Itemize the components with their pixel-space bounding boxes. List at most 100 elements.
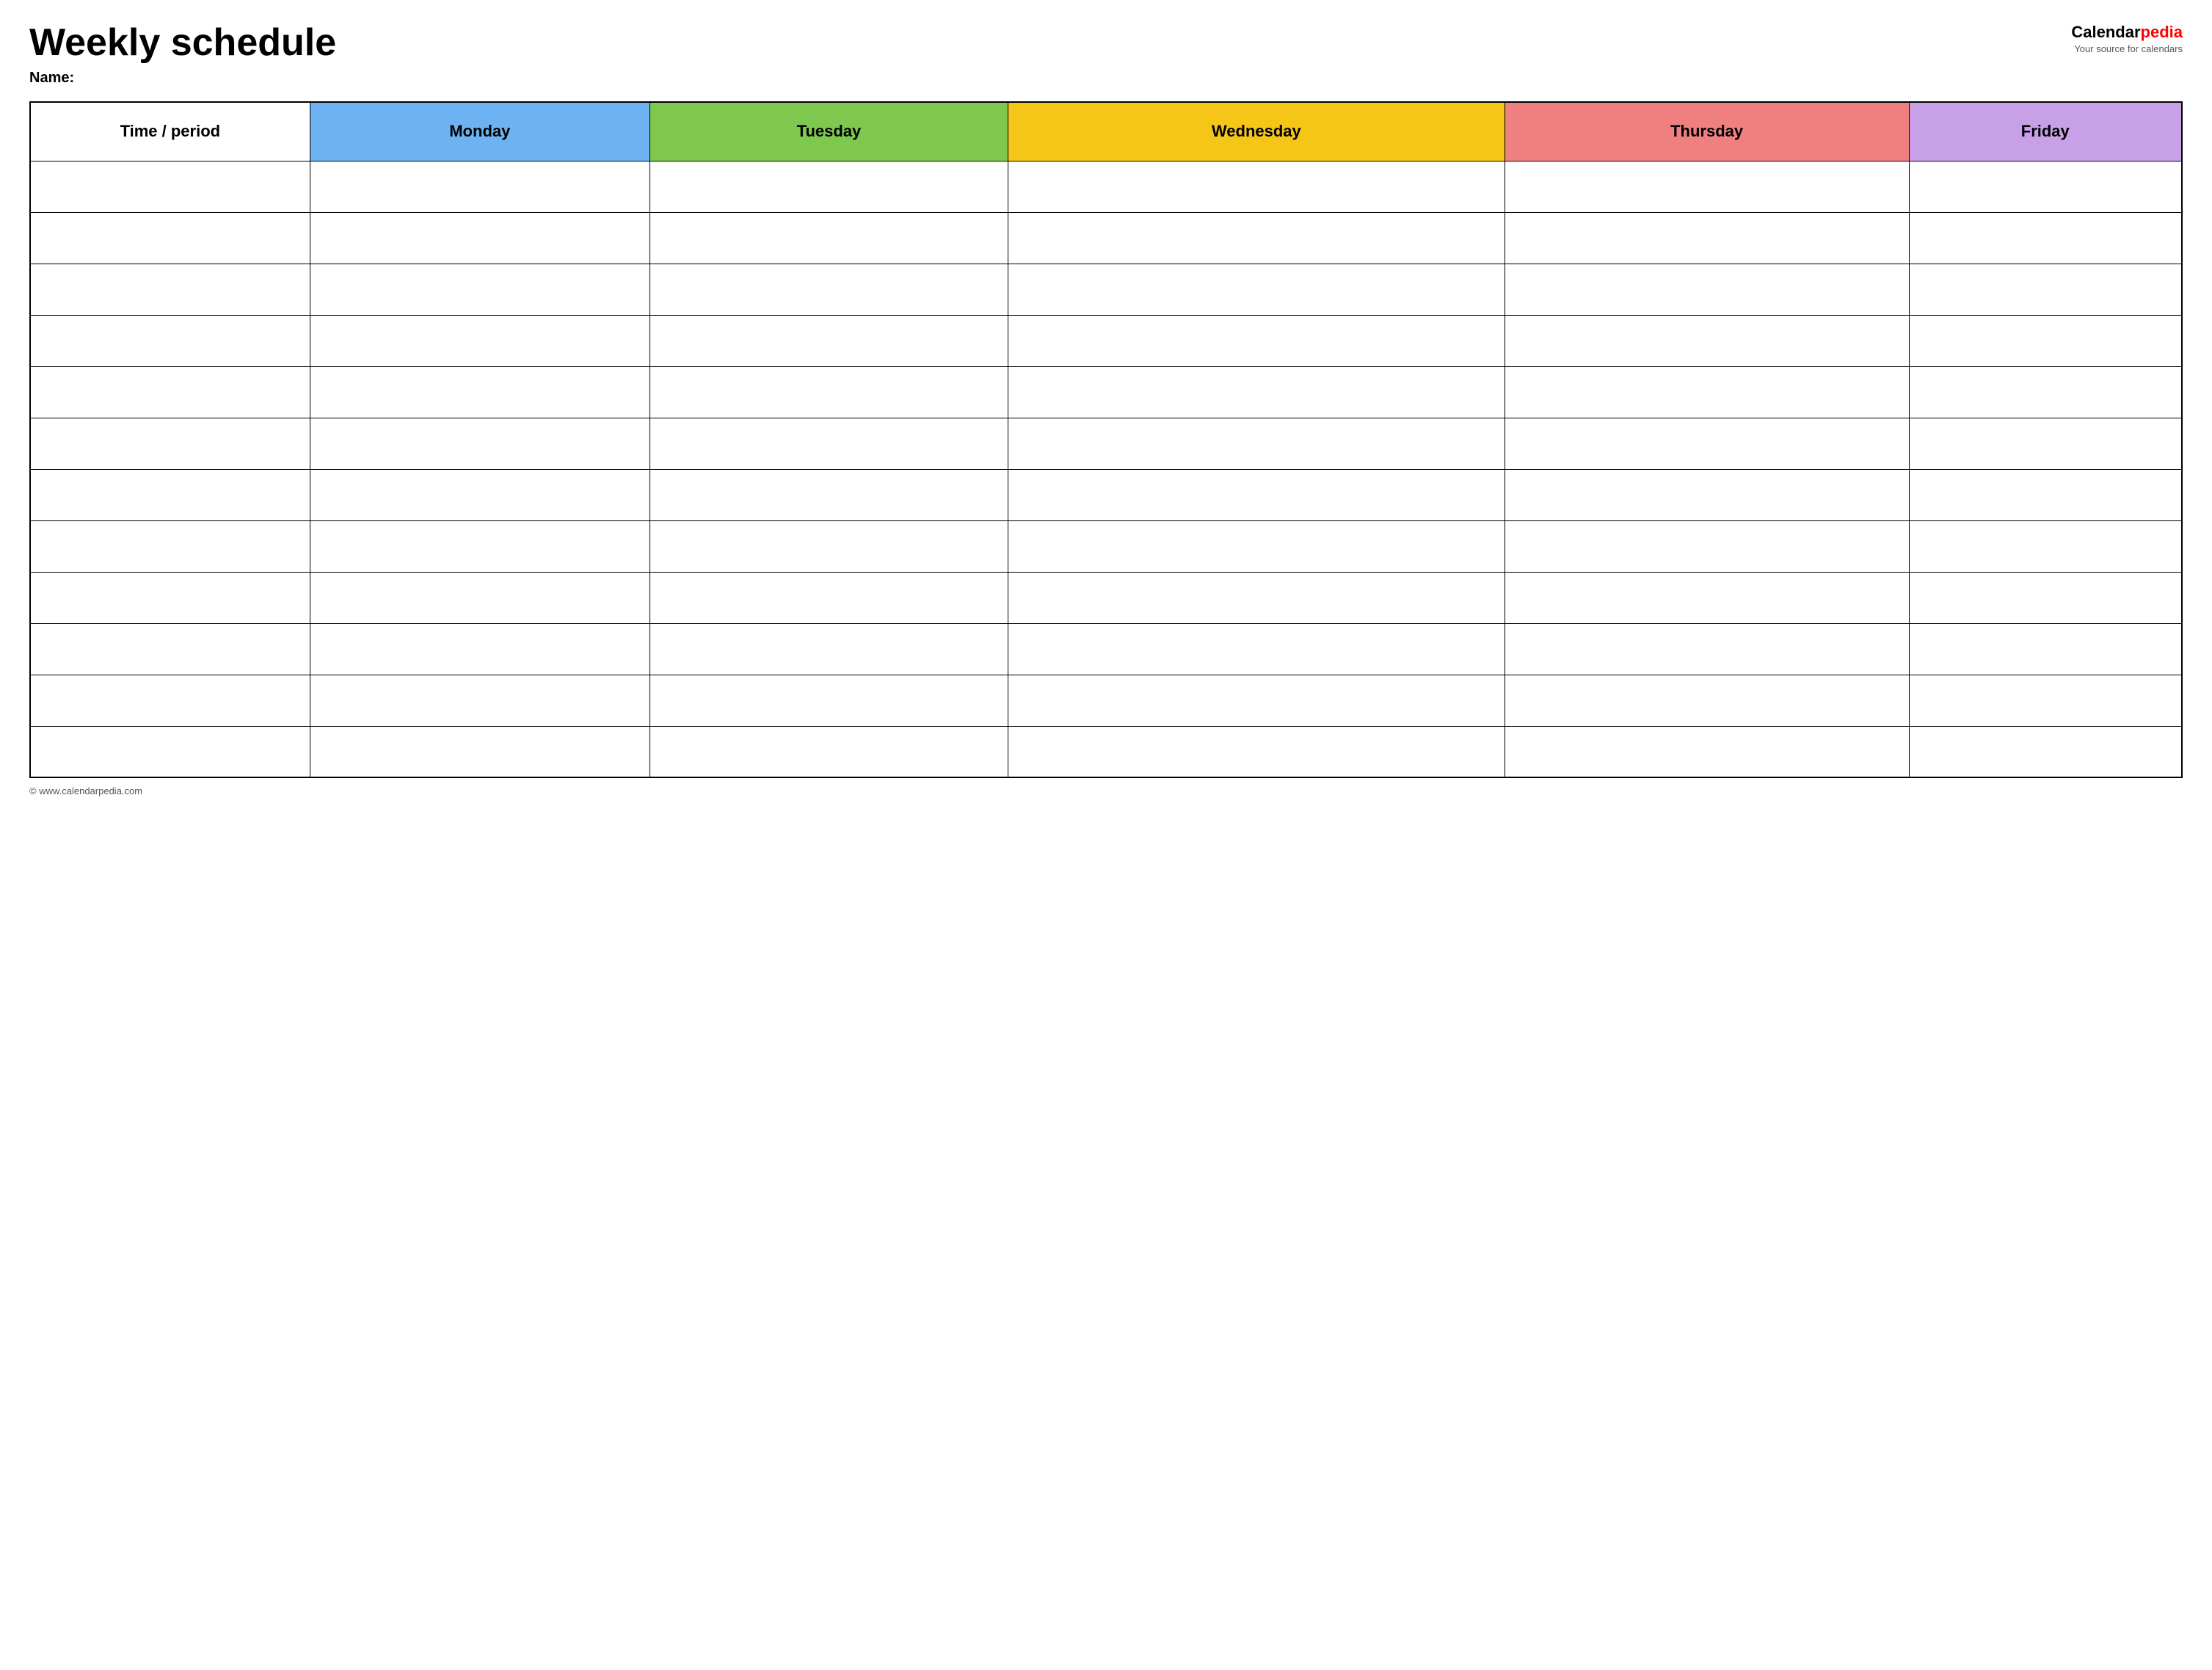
schedule-cell[interactable]: [1909, 469, 2182, 520]
schedule-cell[interactable]: [1505, 161, 1909, 212]
schedule-cell[interactable]: [1008, 469, 1505, 520]
schedule-cell[interactable]: [310, 418, 650, 469]
schedule-cell[interactable]: [1505, 469, 1909, 520]
schedule-cell[interactable]: [650, 418, 1008, 469]
header-area: Weekly schedule Name: Calendarpedia Your…: [29, 22, 2183, 87]
table-row: [30, 418, 2182, 469]
schedule-cell[interactable]: [310, 161, 650, 212]
logo-pedia-text: pedia: [2141, 23, 2183, 41]
schedule-cell[interactable]: [1909, 418, 2182, 469]
schedule-cell[interactable]: [650, 572, 1008, 623]
schedule-cell[interactable]: [1505, 212, 1909, 264]
time-cell[interactable]: [30, 315, 310, 366]
schedule-cell[interactable]: [1008, 418, 1505, 469]
table-header-row: Time / period Monday Tuesday Wednesday T…: [30, 102, 2182, 161]
schedule-cell[interactable]: [310, 264, 650, 315]
schedule-cell[interactable]: [1505, 675, 1909, 726]
schedule-cell[interactable]: [1505, 418, 1909, 469]
schedule-cell[interactable]: [1008, 264, 1505, 315]
schedule-cell[interactable]: [1008, 623, 1505, 675]
schedule-cell[interactable]: [650, 161, 1008, 212]
page-title: Weekly schedule: [29, 22, 336, 64]
schedule-cell[interactable]: [650, 469, 1008, 520]
schedule-cell[interactable]: [310, 675, 650, 726]
time-cell[interactable]: [30, 418, 310, 469]
schedule-cell[interactable]: [1008, 366, 1505, 418]
time-cell[interactable]: [30, 366, 310, 418]
schedule-cell[interactable]: [1008, 726, 1505, 777]
schedule-cell[interactable]: [1008, 520, 1505, 572]
schedule-cell[interactable]: [1909, 264, 2182, 315]
schedule-cell[interactable]: [1008, 572, 1505, 623]
table-row: [30, 675, 2182, 726]
table-row: [30, 469, 2182, 520]
schedule-cell[interactable]: [1505, 315, 1909, 366]
footer: © www.calendarpedia.com: [29, 785, 2183, 796]
time-cell[interactable]: [30, 623, 310, 675]
schedule-cell[interactable]: [1505, 623, 1909, 675]
logo-section: Calendarpedia Your source for calendars: [2071, 22, 2183, 55]
footer-url: © www.calendarpedia.com: [29, 785, 142, 796]
time-cell[interactable]: [30, 520, 310, 572]
schedule-cell[interactable]: [310, 520, 650, 572]
schedule-cell[interactable]: [650, 212, 1008, 264]
schedule-cell[interactable]: [650, 520, 1008, 572]
schedule-cell[interactable]: [1909, 726, 2182, 777]
schedule-cell[interactable]: [1909, 161, 2182, 212]
schedule-cell[interactable]: [310, 212, 650, 264]
table-row: [30, 726, 2182, 777]
name-label: Name:: [29, 70, 336, 87]
table-row: [30, 315, 2182, 366]
schedule-cell[interactable]: [310, 572, 650, 623]
schedule-cell[interactable]: [1008, 212, 1505, 264]
schedule-cell[interactable]: [1008, 315, 1505, 366]
col-header-tuesday: Tuesday: [650, 102, 1008, 161]
logo-text: Calendarpedia: [2071, 22, 2183, 43]
time-cell[interactable]: [30, 675, 310, 726]
time-cell[interactable]: [30, 469, 310, 520]
table-row: [30, 212, 2182, 264]
schedule-cell[interactable]: [310, 726, 650, 777]
schedule-cell[interactable]: [310, 366, 650, 418]
time-cell[interactable]: [30, 726, 310, 777]
col-header-friday: Friday: [1909, 102, 2182, 161]
schedule-table: Time / period Monday Tuesday Wednesday T…: [29, 101, 2183, 778]
schedule-cell[interactable]: [650, 675, 1008, 726]
schedule-body: [30, 161, 2182, 777]
schedule-cell[interactable]: [1505, 366, 1909, 418]
schedule-cell[interactable]: [1909, 572, 2182, 623]
schedule-cell[interactable]: [650, 264, 1008, 315]
schedule-cell[interactable]: [310, 315, 650, 366]
schedule-cell[interactable]: [1909, 623, 2182, 675]
schedule-cell[interactable]: [1008, 161, 1505, 212]
title-section: Weekly schedule Name:: [29, 22, 336, 87]
col-header-time: Time / period: [30, 102, 310, 161]
schedule-cell[interactable]: [1909, 675, 2182, 726]
logo-calendar-text: Calendar: [2071, 23, 2140, 41]
schedule-cell[interactable]: [1505, 726, 1909, 777]
time-cell[interactable]: [30, 212, 310, 264]
table-row: [30, 623, 2182, 675]
schedule-cell[interactable]: [310, 469, 650, 520]
time-cell[interactable]: [30, 161, 310, 212]
schedule-cell[interactable]: [650, 366, 1008, 418]
table-row: [30, 161, 2182, 212]
schedule-cell[interactable]: [650, 315, 1008, 366]
schedule-cell[interactable]: [1505, 520, 1909, 572]
schedule-cell[interactable]: [1909, 315, 2182, 366]
schedule-cell[interactable]: [1505, 264, 1909, 315]
table-row: [30, 264, 2182, 315]
schedule-cell[interactable]: [650, 623, 1008, 675]
schedule-cell[interactable]: [310, 623, 650, 675]
schedule-cell[interactable]: [1008, 675, 1505, 726]
schedule-cell[interactable]: [1909, 366, 2182, 418]
time-cell[interactable]: [30, 572, 310, 623]
table-row: [30, 520, 2182, 572]
col-header-monday: Monday: [310, 102, 650, 161]
schedule-cell[interactable]: [650, 726, 1008, 777]
col-header-thursday: Thursday: [1505, 102, 1909, 161]
schedule-cell[interactable]: [1505, 572, 1909, 623]
time-cell[interactable]: [30, 264, 310, 315]
schedule-cell[interactable]: [1909, 520, 2182, 572]
schedule-cell[interactable]: [1909, 212, 2182, 264]
